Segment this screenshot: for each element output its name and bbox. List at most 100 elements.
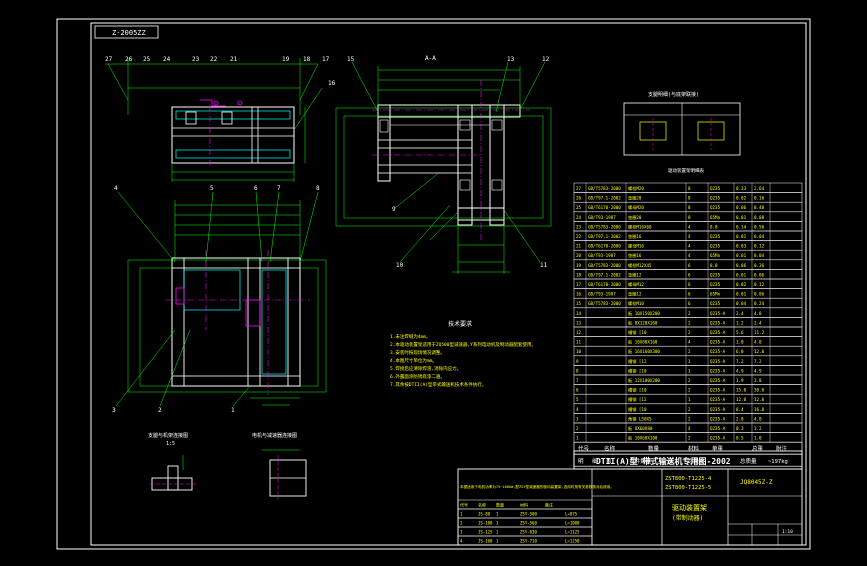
small-table-cell: 2 <box>460 521 463 526</box>
parts-cell: 1.9 <box>736 378 744 383</box>
parts-cell: 16.8 <box>754 407 765 412</box>
parts-cell: 槽钢 [10 <box>628 406 647 413</box>
part-name-1: 驱动装置架 <box>672 503 707 512</box>
parts-cell: 2 <box>688 407 691 412</box>
small-detail-table: 支腿明细(与底架联接) 驱动装置架明细表 <box>623 91 741 174</box>
small-table-cell: JS-125 <box>478 530 493 535</box>
top-left-callouts: 27 26 25 24 23 22 21 19 18 17 16 <box>105 56 336 87</box>
parts-cell: 4 <box>688 340 691 345</box>
svg-text:18: 18 <box>303 56 311 63</box>
parts-cell: Q235-A <box>710 388 726 393</box>
svg-text:23: 23 <box>192 56 200 63</box>
small-table-cell: 1 <box>496 521 499 526</box>
parts-cell: 3 <box>576 416 579 421</box>
svg-text:21: 21 <box>230 56 238 63</box>
cad-drawing-canvas[interactable]: Z-2005ZZ 27 26 25 24 23 22 21 19 18 17 1… <box>0 0 867 562</box>
small-table-cell: 1 <box>460 512 463 517</box>
parts-cell: 0.12 <box>754 282 765 287</box>
bottom-small-table: 代号 名称 数量 材料 备注1 JS-80 1 ZSY-500 L=8752 JS-100 1 ZSY… <box>457 499 593 546</box>
parts-cell: 0.02 <box>736 196 747 201</box>
sheet-inner-frame <box>90 22 807 546</box>
parts-cell: 17 <box>576 282 582 287</box>
parts-cell: 0.01 <box>736 215 747 220</box>
plan-view <box>115 191 327 407</box>
parts-cell: 3.8 <box>754 378 762 383</box>
parts-cell: 角钢 L50X5 <box>628 415 652 422</box>
cad-drawing: Z-2005ZZ 27 26 25 24 23 22 21 19 18 1716… <box>56 18 811 550</box>
parts-cell: Q235 <box>710 186 721 191</box>
parts-cell: 6.0 <box>736 349 744 354</box>
parts-cell: 0.24 <box>754 301 765 306</box>
parts-footer-label: 名称 <box>604 445 616 453</box>
parts-cell: 4 <box>688 253 691 258</box>
parts-cell: 13 <box>576 320 582 325</box>
parts-cell: 12.0 <box>736 397 747 402</box>
parts-cell: 螺栓M10 <box>628 300 644 307</box>
small-table-cell: 数量 <box>496 502 504 508</box>
parts-cell: 0.06 <box>736 263 747 268</box>
parts-cell: 4 <box>576 407 579 412</box>
parts-cell: 1 <box>688 368 691 373</box>
parts-cell: Q235-A <box>710 311 726 316</box>
parts-cell: GB/T5783-2000 <box>588 186 621 191</box>
svg-text:12: 12 <box>542 56 550 63</box>
tech-notes: 技术要求 1.未注焊缝为4mm。 2.本驱动装置架适用于ZQ500型减速器,Y系… <box>390 320 536 388</box>
parts-cell: 7.2 <box>736 359 744 364</box>
parts-cell: 23 <box>576 224 582 229</box>
parts-cell: 0.03 <box>736 244 747 249</box>
parts-cell: 板 10X150X200 <box>628 310 660 317</box>
parts-cell: 11 <box>576 340 582 345</box>
parts-cell: 2 <box>576 426 579 431</box>
part-code-2: ZST800-T1225-5 <box>665 485 711 491</box>
tech-note-1: 1.未注焊缝为4mm。 <box>390 333 431 340</box>
parts-cell: 4 <box>688 224 691 229</box>
parts-cell: 10 <box>576 349 582 354</box>
parts-cell: 14 <box>576 311 582 316</box>
svg-text:27: 27 <box>105 56 113 63</box>
parts-cell: 0.04 <box>754 253 765 258</box>
parts-cell: 垫圈20 <box>628 195 642 202</box>
parts-cell: 0.01 <box>736 234 747 239</box>
svg-text:22: 22 <box>210 56 218 63</box>
small-table-cell: JS-80 <box>478 512 491 517</box>
parts-cell: 0.01 <box>736 292 747 297</box>
small-table-cell: ZSY-710 <box>520 539 537 544</box>
parts-cell: 4.9 <box>736 368 744 373</box>
svg-text:3: 3 <box>112 407 116 414</box>
parts-cell: Q235 <box>710 234 721 239</box>
parts-cell: 12.0 <box>754 349 765 354</box>
parts-cell: Q235-A <box>710 378 726 383</box>
small-table-cell: JS-100 <box>478 521 493 526</box>
parts-cell: 板 8X120X160 <box>628 319 658 326</box>
svg-text:11: 11 <box>540 262 548 269</box>
parts-cell: Q235-A <box>710 416 726 421</box>
parts-cell: 6 <box>688 272 691 277</box>
svg-text:15: 15 <box>347 56 355 63</box>
parts-cell: 4 <box>688 426 691 431</box>
parts-cell: Q235-A <box>710 397 726 402</box>
parts-cell: 2 <box>688 416 691 421</box>
parts-cell: 2 <box>688 320 691 325</box>
parts-cell: 5.6 <box>736 330 744 335</box>
parts-cell: 0.08 <box>754 215 765 220</box>
svg-text:6: 6 <box>254 185 258 192</box>
parts-cell: 8 <box>688 215 691 220</box>
parts-cell: Q235-A <box>710 436 726 441</box>
parts-cell: 螺母M12 <box>628 281 644 288</box>
parts-cell: 8.4 <box>736 407 744 412</box>
parts-cell: 垫圈12 <box>628 271 642 278</box>
weight-label: 总质量 <box>740 457 757 465</box>
parts-cell: 4.8 <box>754 311 762 316</box>
parts-cell: 螺栓M20 <box>628 185 644 192</box>
small-table-cell: L=1125 <box>565 530 580 535</box>
parts-cell: 螺栓M16X60 <box>628 223 652 230</box>
parts-cell: Q235-A <box>710 407 726 412</box>
small-table-cell: ZSY-630 <box>520 530 537 535</box>
parts-cell: 垫圈20 <box>628 214 642 221</box>
parts-cell: 2.4 <box>736 311 744 316</box>
svg-text:26: 26 <box>125 56 133 63</box>
parts-cell: 1.2 <box>754 426 762 431</box>
parts-cell: 7.2 <box>754 359 762 364</box>
tech-note-4: 4.本图尺寸单位为mm。 <box>390 357 437 364</box>
parts-cell: 螺母M16 <box>628 243 644 250</box>
